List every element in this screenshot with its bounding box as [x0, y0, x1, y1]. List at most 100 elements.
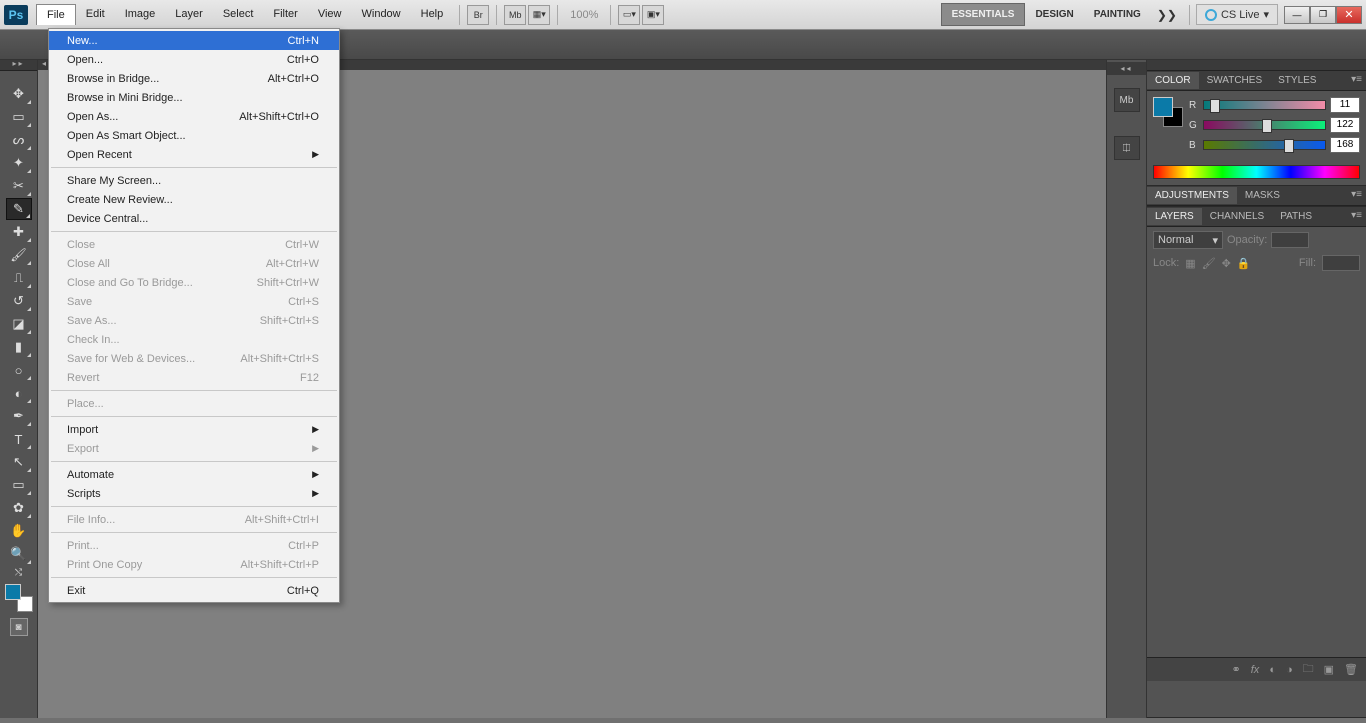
menu-image[interactable]: Image: [115, 4, 166, 25]
menu-layer[interactable]: Layer: [165, 4, 213, 25]
crop-tool[interactable]: ✂: [6, 175, 32, 197]
menuitem-browse-in-mini-bridge[interactable]: Browse in Mini Bridge...: [49, 88, 339, 107]
pen-tool[interactable]: ✒: [6, 405, 32, 427]
menu-select[interactable]: Select: [213, 4, 264, 25]
color-picker[interactable]: [5, 584, 33, 612]
tab-layers[interactable]: LAYERS: [1147, 208, 1202, 225]
spectrum-bar[interactable]: [1153, 165, 1360, 179]
menuitem-share-my-screen[interactable]: Share My Screen...: [49, 171, 339, 190]
tab-channels[interactable]: CHANNELS: [1202, 208, 1272, 225]
delete-icon[interactable]: 🗑: [1344, 663, 1358, 676]
zoom-tool[interactable]: 🔍: [6, 543, 32, 565]
menuitem-import[interactable]: Import▶: [49, 420, 339, 439]
menuitem-open-recent[interactable]: Open Recent▶: [49, 145, 339, 164]
link-layers-icon[interactable]: ⚭: [1232, 663, 1241, 676]
panel-menu-icon[interactable]: ▾≡: [1351, 74, 1362, 85]
bridge-icon[interactable]: Br: [467, 5, 489, 25]
group-icon[interactable]: 🗀: [1303, 660, 1314, 679]
file-menu-dropdown: New...Ctrl+NOpen...Ctrl+OBrowse in Bridg…: [48, 28, 340, 603]
menuitem-automate[interactable]: Automate▶: [49, 465, 339, 484]
panel-menu-icon[interactable]: ▾≡: [1351, 189, 1362, 200]
menuitem-scripts[interactable]: Scripts▶: [49, 484, 339, 503]
b-slider[interactable]: [1203, 140, 1326, 150]
menu-filter[interactable]: Filter: [263, 4, 307, 25]
zoom-level[interactable]: 100%: [564, 9, 604, 21]
blend-mode-select[interactable]: Normal▾: [1153, 231, 1223, 249]
menu-view[interactable]: View: [308, 4, 352, 25]
path-tool[interactable]: ↖: [6, 451, 32, 473]
adjustment-icon[interactable]: ◑: [1286, 664, 1293, 676]
menu-window[interactable]: Window: [352, 4, 411, 25]
menuitem-exit[interactable]: ExitCtrl+Q: [49, 581, 339, 600]
blur-tool[interactable]: ○: [6, 359, 32, 381]
menubar: Ps FileEditImageLayerSelectFilterViewWin…: [0, 0, 1366, 30]
history-brush-tool[interactable]: ↺: [6, 290, 32, 312]
menuitem-new[interactable]: New...Ctrl+N: [49, 31, 339, 50]
panel-menu-icon[interactable]: ▾≡: [1351, 210, 1362, 221]
app-logo: Ps: [4, 5, 28, 25]
menuitem-open[interactable]: Open...Ctrl+O: [49, 50, 339, 69]
tab-adjustments[interactable]: ADJUSTMENTS: [1147, 187, 1237, 204]
lasso-tool[interactable]: ᔕ: [6, 129, 32, 151]
cslive-button[interactable]: CS Live▾: [1196, 4, 1278, 25]
stamp-tool[interactable]: ⎍: [6, 267, 32, 289]
tab-styles[interactable]: STYLES: [1270, 72, 1324, 89]
workspace-painting[interactable]: PAINTING: [1084, 4, 1151, 25]
wand-tool[interactable]: ✦: [6, 152, 32, 174]
arrange-icon[interactable]: ▭▾: [618, 5, 640, 25]
tab-color[interactable]: COLOR: [1147, 72, 1199, 89]
type-tool[interactable]: T: [6, 428, 32, 450]
menuitem-create-new-review[interactable]: Create New Review...: [49, 190, 339, 209]
workspace-design[interactable]: DESIGN: [1025, 4, 1083, 25]
hand-tool[interactable]: ✋: [6, 520, 32, 542]
more-workspaces-icon[interactable]: ❯❯: [1151, 8, 1183, 22]
g-value[interactable]: 122: [1330, 117, 1360, 133]
menu-help[interactable]: Help: [411, 4, 454, 25]
mask-icon[interactable]: ◐: [1269, 664, 1276, 676]
screenmode2-icon[interactable]: ▣▾: [642, 5, 664, 25]
screenmode-icon[interactable]: ▦▾: [528, 5, 550, 25]
b-value[interactable]: 168: [1330, 137, 1360, 153]
menuitem-revert: RevertF12: [49, 368, 339, 387]
menuitem-device-central[interactable]: Device Central...: [49, 209, 339, 228]
move-tool[interactable]: ✥: [6, 83, 32, 105]
menuitem-browse-in-bridge[interactable]: Browse in Bridge...Alt+Ctrl+O: [49, 69, 339, 88]
minimize-button[interactable]: —: [1284, 6, 1310, 24]
color-swatch[interactable]: [1153, 97, 1183, 127]
shape-tool[interactable]: ▭: [6, 474, 32, 496]
lock-trans-icon[interactable]: ▦: [1185, 257, 1195, 270]
lock-all-icon[interactable]: 🔒: [1237, 257, 1251, 270]
menu-file[interactable]: File: [36, 4, 76, 25]
menuitem-open-as-smart-object[interactable]: Open As Smart Object...: [49, 126, 339, 145]
maximize-button[interactable]: ❐: [1310, 6, 1336, 24]
eraser-tool[interactable]: ◪: [6, 313, 32, 335]
tab-swatches[interactable]: SWATCHES: [1199, 72, 1271, 89]
history-panel-icon[interactable]: ⎅: [1114, 136, 1140, 160]
menuitem-open-as[interactable]: Open As...Alt+Shift+Ctrl+O: [49, 107, 339, 126]
fill-field[interactable]: [1322, 255, 1360, 271]
3d-tool[interactable]: ✿: [6, 497, 32, 519]
brush-tool[interactable]: 🖌: [6, 244, 32, 266]
minibridge-panel-icon[interactable]: Mb: [1114, 88, 1140, 112]
fx-icon[interactable]: fx: [1251, 664, 1260, 676]
tab-masks[interactable]: MASKS: [1237, 187, 1288, 204]
opacity-field[interactable]: [1271, 232, 1309, 248]
marquee-tool[interactable]: ▭: [6, 106, 32, 128]
new-layer-icon[interactable]: ▣: [1324, 663, 1334, 676]
r-slider[interactable]: [1203, 100, 1326, 110]
gradient-tool[interactable]: ▮: [6, 336, 32, 358]
g-slider[interactable]: [1203, 120, 1326, 130]
r-value[interactable]: 11: [1330, 97, 1360, 113]
tab-paths[interactable]: PATHS: [1272, 208, 1320, 225]
menu-edit[interactable]: Edit: [76, 4, 115, 25]
lock-paint-icon[interactable]: 🖌: [1202, 257, 1216, 270]
heal-tool[interactable]: ✚: [6, 221, 32, 243]
swap-colors-icon[interactable]: ⤭: [6, 566, 32, 578]
eyedropper-tool[interactable]: ✎: [6, 198, 32, 220]
lock-move-icon[interactable]: ✥: [1222, 257, 1231, 270]
dodge-tool[interactable]: ◐: [6, 382, 32, 404]
minibridge-icon[interactable]: Mb: [504, 5, 526, 25]
close-button[interactable]: ✕: [1336, 6, 1362, 24]
quickmask-button[interactable]: ◙: [10, 618, 28, 636]
workspace-essentials[interactable]: ESSENTIALS: [941, 3, 1026, 26]
